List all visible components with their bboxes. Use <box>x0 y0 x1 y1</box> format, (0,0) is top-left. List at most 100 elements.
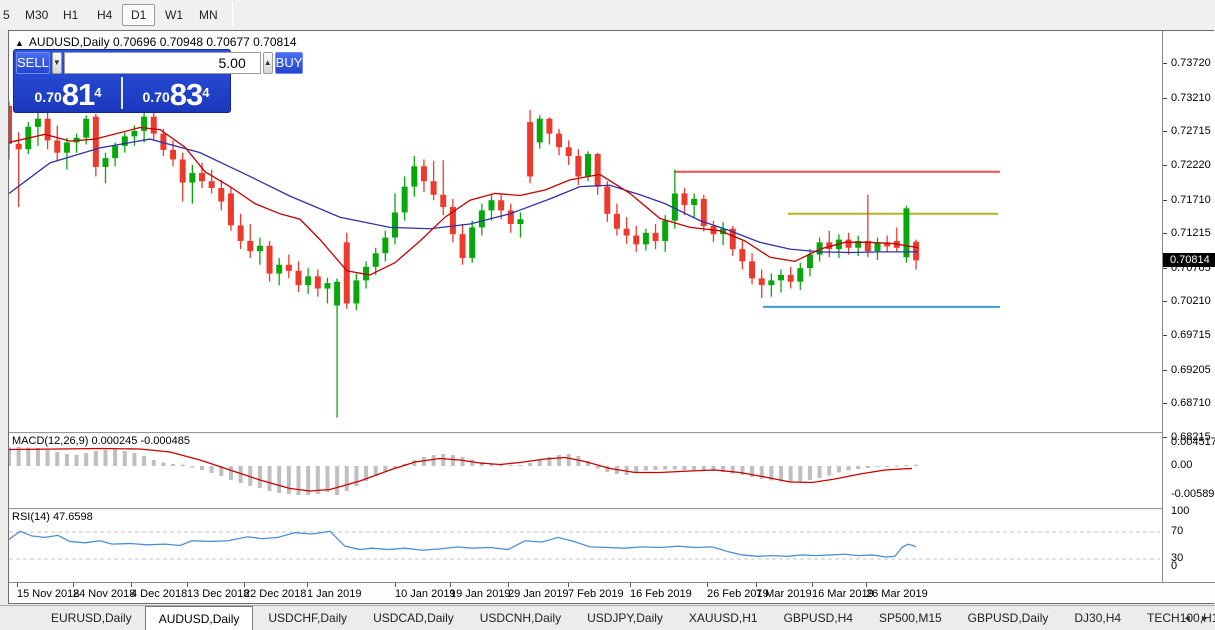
macd-histogram-bar <box>286 466 291 494</box>
rsi-indicator-pane[interactable]: RSI(14) 47.6598 <box>9 510 1162 582</box>
candle-body <box>218 187 225 202</box>
collapse-panel-icon[interactable]: ▲ <box>15 38 24 48</box>
volume-increase-button[interactable]: ▲ <box>262 52 273 74</box>
date-axis-label: 16 Feb 2019 <box>630 588 692 600</box>
candle-body <box>382 237 389 254</box>
date-axis-tick <box>812 583 813 587</box>
tab-usdcad-daily[interactable]: USDCAD,Daily <box>360 606 467 630</box>
candle-body <box>276 264 283 274</box>
timeframe-button-m30[interactable]: M30 <box>16 4 57 26</box>
candle-body <box>247 240 254 252</box>
macd-histogram-bar <box>566 454 571 466</box>
macd-histogram-bar <box>161 462 166 466</box>
tab-gbpusd-daily[interactable]: GBPUSD,Daily <box>955 606 1062 630</box>
date-axis-tick <box>395 583 396 587</box>
candle-body <box>15 143 22 150</box>
volume-decrease-button[interactable]: ▼ <box>51 52 62 74</box>
timeframe-button-w1[interactable]: W1 <box>156 4 192 26</box>
price-chart-pane[interactable]: ▲ AUDUSD,Daily 0.70696 0.70948 0.70677 0.… <box>9 31 1162 432</box>
tab-usdjpy-daily[interactable]: USDJPY,Daily <box>574 606 676 630</box>
candle-body <box>845 239 852 248</box>
candle-body <box>343 242 350 304</box>
date-axis-label: 7 Feb 2019 <box>568 588 624 600</box>
macd-indicator-pane[interactable]: MACD(12,26,9) 0.000245 -0.000485 <box>9 434 1162 508</box>
price-axis-label: 0.71710 <box>1171 193 1211 206</box>
candle-body <box>392 212 398 238</box>
candle-body <box>334 281 341 306</box>
timeframe-button-h4[interactable]: H4 <box>88 4 121 26</box>
timeframe-button-mn[interactable]: MN <box>190 4 227 26</box>
tab-eurusd-daily[interactable]: EURUSD,Daily <box>38 606 145 630</box>
price-axis-tick <box>1163 301 1167 303</box>
macd-histogram-bar <box>788 466 793 482</box>
ohlc-close: 0.70814 <box>253 35 297 49</box>
tab-dj30-h4[interactable]: DJ30,H4 <box>1061 606 1134 630</box>
macd-histogram-bar <box>325 466 330 492</box>
tab-scroll-left-icon[interactable]: ◄ <box>1183 613 1192 623</box>
candle-body <box>527 122 534 177</box>
buy-price-display[interactable]: 0.70 83 4 <box>124 75 228 111</box>
candle-body <box>102 158 109 167</box>
tab-sp500-m15[interactable]: SP500,M15 <box>866 606 955 630</box>
macd-histogram-bar <box>103 450 108 466</box>
macd-histogram-bar <box>93 451 98 466</box>
macd-histogram-bar <box>836 466 841 473</box>
macd-histogram-bar <box>817 466 822 478</box>
buy-price-frac: 0.70 <box>142 89 170 105</box>
timeframe-button-d1[interactable]: D1 <box>122 4 156 26</box>
tab-usdchf-daily[interactable]: USDCHF,Daily <box>255 606 360 630</box>
tab-scroll-right-icon[interactable]: ► <box>1200 613 1209 623</box>
timeframe-button-h1[interactable]: H1 <box>54 4 87 26</box>
macd-histogram-bar <box>209 466 214 473</box>
macd-value-main: 0.000245 <box>91 435 138 447</box>
macd-value-signal: -0.000485 <box>140 435 190 447</box>
tab-gbpusd-h4[interactable]: GBPUSD,H4 <box>771 606 866 630</box>
macd-histogram-bar <box>557 455 562 466</box>
macd-signal-line <box>9 447 913 492</box>
price-axis-label: 0.69205 <box>1171 363 1211 376</box>
candle-body <box>324 283 331 289</box>
macd-histogram-bar <box>518 465 523 466</box>
price-divider <box>121 77 123 109</box>
rsi-axis-label: 70 <box>1171 525 1184 537</box>
tab-usdcnh-daily[interactable]: USDCNH,Daily <box>467 606 574 630</box>
date-axis-tick <box>630 583 631 587</box>
macd-histogram-bar <box>84 453 89 466</box>
macd-histogram-bar <box>537 460 542 466</box>
volume-input[interactable] <box>63 52 261 74</box>
tab-scroll-arrows: ◄ ► <box>1177 606 1209 630</box>
candle-body <box>787 274 794 282</box>
candle-body <box>227 193 234 226</box>
macd-histogram-bar <box>267 466 272 491</box>
ohlc-open: 0.70696 <box>112 35 157 49</box>
macd-histogram-bar <box>663 466 668 470</box>
price-axis-tick <box>1163 97 1167 99</box>
sell-price-display[interactable]: 0.70 81 4 <box>16 75 120 111</box>
macd-histogram-bar <box>470 459 475 466</box>
rsi-value: 47.6598 <box>52 511 93 523</box>
date-axis[interactable]: 15 Nov 2018 24 Nov 2018 4 Dec 2018 13 Dec 2… <box>9 582 1215 603</box>
sell-button[interactable]: SELL <box>16 52 50 74</box>
candle-body <box>170 149 177 160</box>
buy-button[interactable]: BUY <box>274 52 304 74</box>
tab-xauusd-h1[interactable]: XAUUSD,H1 <box>676 606 771 630</box>
macd-histogram-bar <box>228 466 233 480</box>
candle-body <box>401 186 408 213</box>
candle-body <box>758 278 765 286</box>
date-axis-tick <box>568 583 569 587</box>
chart-title: ▲ AUDUSD,Daily 0.70696 0.70948 0.70677 0.… <box>15 35 297 49</box>
price-axis[interactable]: 0.70814 0.73720 0.73210 0.72715 0.72220 0.71… <box>1162 31 1215 582</box>
price-axis-label: 0.73210 <box>1171 91 1211 104</box>
macd-histogram-bar <box>846 466 851 471</box>
date-axis-label: 26 Mar 2019 <box>866 588 928 600</box>
date-axis-tick <box>307 583 308 587</box>
tab-audusd-daily[interactable]: AUDUSD,Daily <box>144 606 254 630</box>
candle-body <box>874 242 881 252</box>
macd-axis-label: -0.005899 <box>1171 488 1215 501</box>
price-axis-label: 0.69715 <box>1171 329 1211 342</box>
macd-histogram-bar <box>528 463 533 466</box>
macd-histogram-bar <box>894 465 899 467</box>
price-axis-tick <box>1163 164 1167 166</box>
candle-body <box>797 268 804 282</box>
date-axis-label: 4 Dec 2018 <box>131 588 188 600</box>
